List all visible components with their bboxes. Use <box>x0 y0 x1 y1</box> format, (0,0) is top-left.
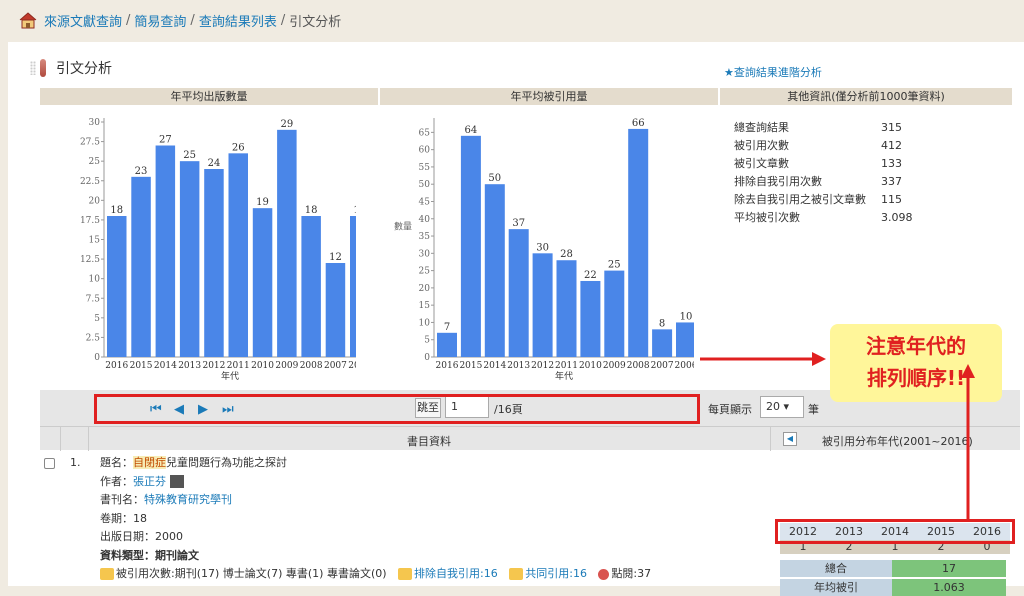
breadcrumb-separator: / <box>190 12 195 28</box>
breadcrumb-separator: / <box>280 12 286 28</box>
home-icon[interactable] <box>18 11 38 29</box>
breadcrumb-current: 引文分析 <box>289 14 342 30</box>
breadcrumb: 來源文獻查詢 / 簡易查詢 / 查詢結果列表 / 引文分析 <box>0 0 1024 40</box>
main-panel: 引文分析 ★查詢結果進階分析 年平均出版數量 年平均被引用量 其他資訊(僅分析前… <box>8 42 1024 596</box>
right-arrowhead <box>812 352 826 366</box>
up-arrowhead <box>961 364 975 378</box>
annotation-arrows <box>700 352 975 519</box>
breadcrumb-separator: / <box>126 12 131 28</box>
breadcrumb-simple-search[interactable]: 簡易查詢 <box>134 11 186 30</box>
breadcrumb-results-list[interactable]: 查詢結果列表 <box>199 11 277 30</box>
breadcrumb-source-search[interactable]: 來源文獻查詢 <box>44 11 122 30</box>
